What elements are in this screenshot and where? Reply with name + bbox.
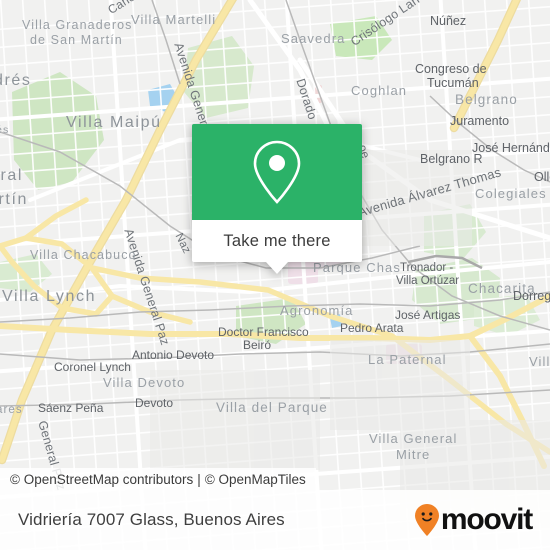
location-popup-card[interactable]: Take me there [192, 124, 362, 274]
attribution-tiles[interactable]: © OpenMapTiles [205, 472, 306, 487]
popup-tail [266, 262, 288, 274]
footer-bar: Vidriería 7007 Glass, Buenos Aires moovi… [0, 490, 550, 550]
popup-action-area[interactable]: Take me there [192, 220, 362, 262]
map-attribution: © OpenStreetMap contributors | © OpenMap… [0, 468, 316, 490]
moovit-logo[interactable]: moovit [414, 503, 533, 537]
attribution-separator: | [197, 471, 201, 487]
attribution-osm[interactable]: © OpenStreetMap contributors [10, 472, 193, 487]
moovit-wordmark: moovit [440, 503, 533, 536]
take-me-there-button[interactable]: Take me there [223, 232, 330, 251]
popup-image-area [192, 124, 362, 220]
map-screenshot: Villa Granaderos de San Martín Villa Marte… [0, 0, 550, 550]
location-pin-icon [253, 140, 301, 204]
moovit-smiley-pin-icon [414, 504, 439, 536]
location-title: Vidriería 7007 Glass, Buenos Aires [18, 510, 285, 529]
